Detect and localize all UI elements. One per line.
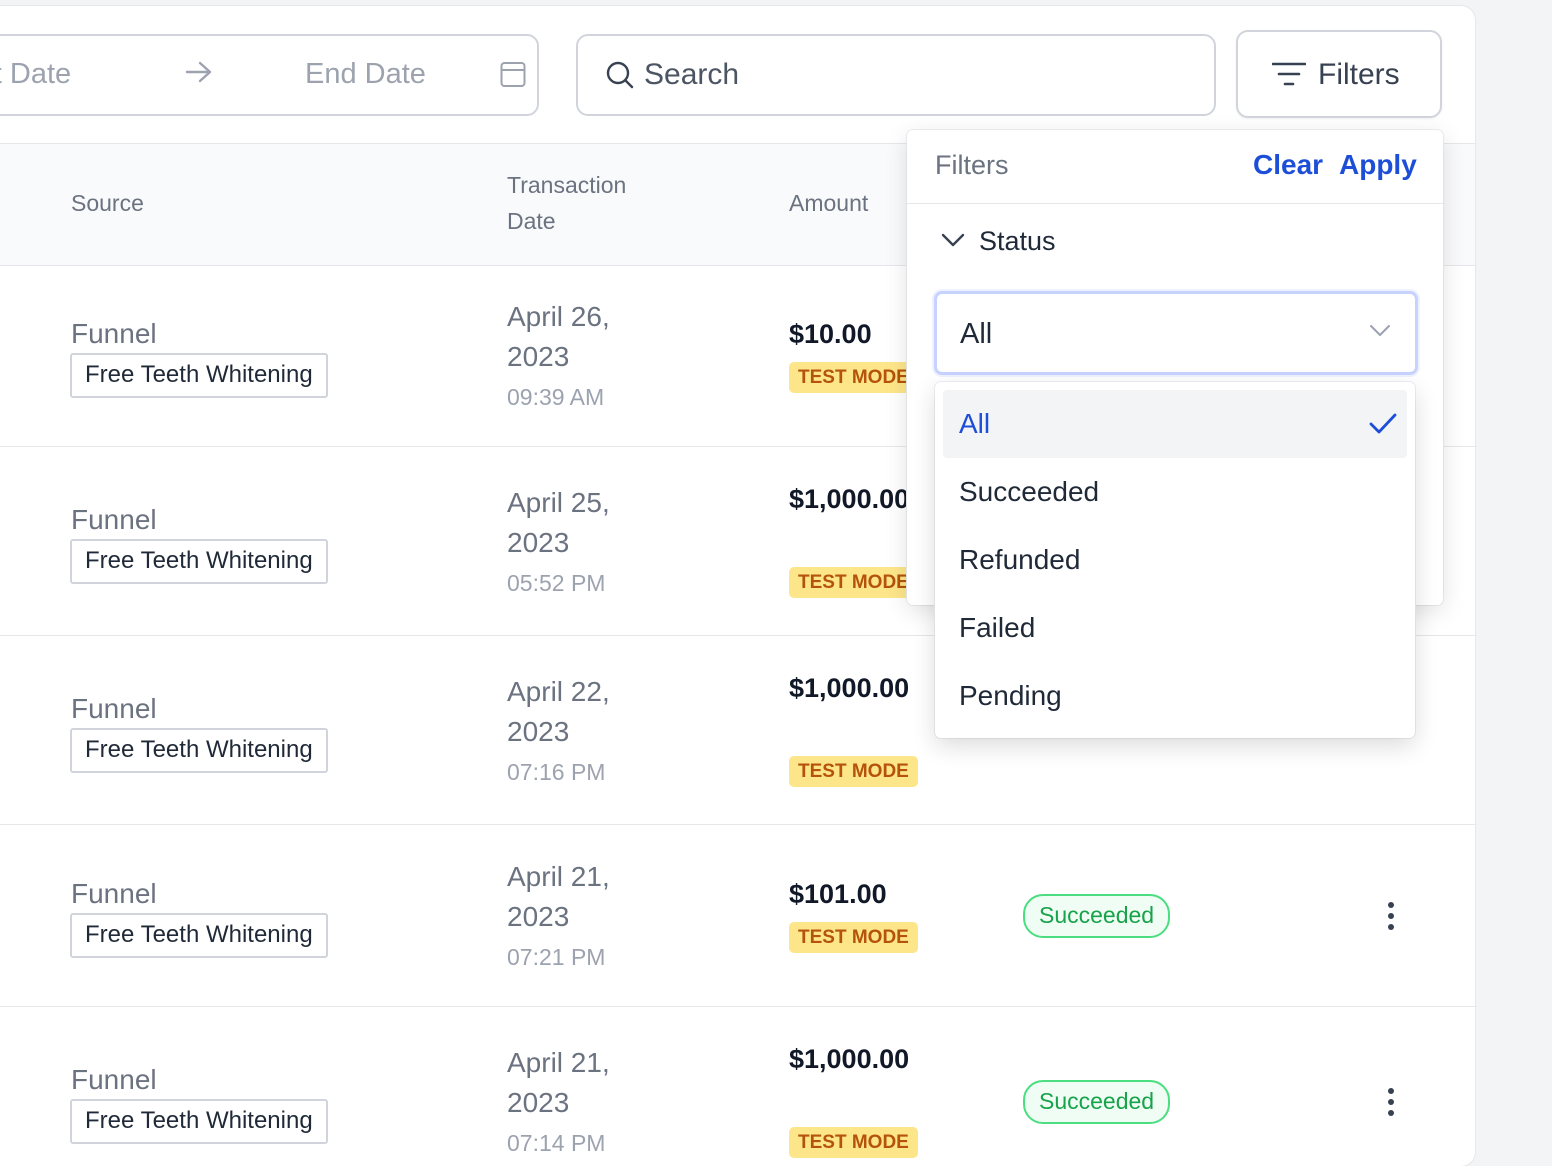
column-header-transaction-date[interactable]: Transaction Date: [507, 167, 626, 239]
more-actions-icon[interactable]: [1388, 1088, 1396, 1121]
end-date-field[interactable]: End Date: [305, 58, 426, 91]
status-option-label: Succeeded: [959, 476, 1100, 507]
filters-button[interactable]: Filters: [1236, 30, 1442, 118]
transaction-year: 2023: [507, 901, 570, 932]
status-options-dropdown: All Succeeded Refunded Failed Pending: [935, 382, 1415, 738]
transaction-time: 07:21 PM: [507, 944, 606, 970]
clear-filters-button[interactable]: Clear: [1253, 149, 1323, 181]
column-header-transaction-date-line1: Transaction: [507, 172, 627, 198]
status-option-label: Refunded: [959, 544, 1081, 575]
table-row[interactable]: Funnel Free Teeth Whitening April 21, 20…: [0, 1007, 1475, 1166]
status-option-pending[interactable]: Pending: [943, 662, 1407, 730]
filters-panel-title: Filters: [935, 150, 1009, 180]
filters-button-label: Filters: [1318, 58, 1400, 91]
transaction-date: April 22,: [507, 676, 610, 707]
transaction-time: 07:14 PM: [507, 1130, 606, 1156]
source-type: Funnel: [71, 1064, 157, 1095]
start-date-field[interactable]: art Date: [0, 58, 71, 91]
date-range-picker[interactable]: art Date End Date: [0, 34, 539, 116]
transaction-time: 05:52 PM: [507, 570, 606, 596]
arrow-right-icon: [185, 60, 213, 89]
transaction-time: 07:16 PM: [507, 759, 606, 785]
status-section-toggle[interactable]: Status: [979, 226, 1056, 257]
test-mode-badge: TEST MODE: [789, 922, 918, 953]
status-option-label: All: [959, 408, 991, 439]
divider: [907, 203, 1443, 204]
status-option-all[interactable]: All: [943, 390, 1407, 458]
test-mode-badge: TEST MODE: [789, 1127, 918, 1158]
test-mode-badge: TEST MODE: [789, 362, 918, 393]
more-actions-icon[interactable]: [1388, 902, 1396, 935]
source-type: Funnel: [71, 693, 157, 724]
search-input[interactable]: Search: [576, 34, 1216, 116]
source-type: Funnel: [71, 504, 157, 535]
transaction-year: 2023: [507, 341, 570, 372]
table-row[interactable]: Funnel Free Teeth Whitening April 21, 20…: [0, 825, 1475, 1007]
status-badge: Succeeded: [1023, 894, 1171, 938]
source-type: Funnel: [71, 878, 157, 909]
status-option-label: Pending: [959, 680, 1062, 711]
search-placeholder: Search: [644, 58, 740, 91]
apply-filters-button[interactable]: Apply: [1339, 149, 1417, 181]
transaction-year: 2023: [507, 527, 570, 558]
chevron-down-icon: [1369, 324, 1391, 343]
amount: $101.00: [789, 879, 887, 909]
status-select-value: All: [960, 318, 993, 350]
source-name-tag: Free Teeth Whitening: [70, 353, 328, 398]
column-header-transaction-date-line2: Date: [507, 208, 556, 234]
calendar-icon[interactable]: [500, 60, 526, 93]
filter-lines-icon: [1271, 62, 1307, 93]
source-name-tag: Free Teeth Whitening: [70, 1099, 328, 1144]
status-option-label: Failed: [959, 612, 1036, 643]
status-option-failed[interactable]: Failed: [943, 594, 1407, 662]
source-type: Funnel: [71, 318, 157, 349]
search-icon: [606, 60, 634, 95]
transaction-year: 2023: [507, 716, 570, 747]
column-header-amount[interactable]: Amount: [789, 185, 868, 221]
transaction-year: 2023: [507, 1087, 570, 1118]
status-option-succeeded[interactable]: Succeeded: [943, 458, 1407, 526]
source-name-tag: Free Teeth Whitening: [70, 539, 328, 584]
amount: $1,000.00: [789, 1044, 910, 1074]
transaction-date: April 21,: [507, 1047, 610, 1078]
status-select[interactable]: All: [934, 291, 1418, 375]
status-badge: Succeeded: [1023, 1080, 1171, 1124]
check-icon: [1369, 412, 1397, 441]
transaction-date: April 25,: [507, 487, 610, 518]
status-option-refunded[interactable]: Refunded: [943, 526, 1407, 594]
transaction-date: April 26,: [507, 301, 610, 332]
test-mode-badge: TEST MODE: [789, 756, 918, 787]
amount: $1,000.00: [789, 673, 910, 703]
column-header-source[interactable]: Source: [71, 185, 144, 221]
test-mode-badge: TEST MODE: [789, 567, 918, 598]
source-name-tag: Free Teeth Whitening: [70, 913, 328, 958]
transaction-time: 09:39 AM: [507, 384, 605, 410]
source-name-tag: Free Teeth Whitening: [70, 728, 328, 773]
chevron-down-icon[interactable]: [941, 232, 965, 253]
transaction-date: April 21,: [507, 861, 610, 892]
